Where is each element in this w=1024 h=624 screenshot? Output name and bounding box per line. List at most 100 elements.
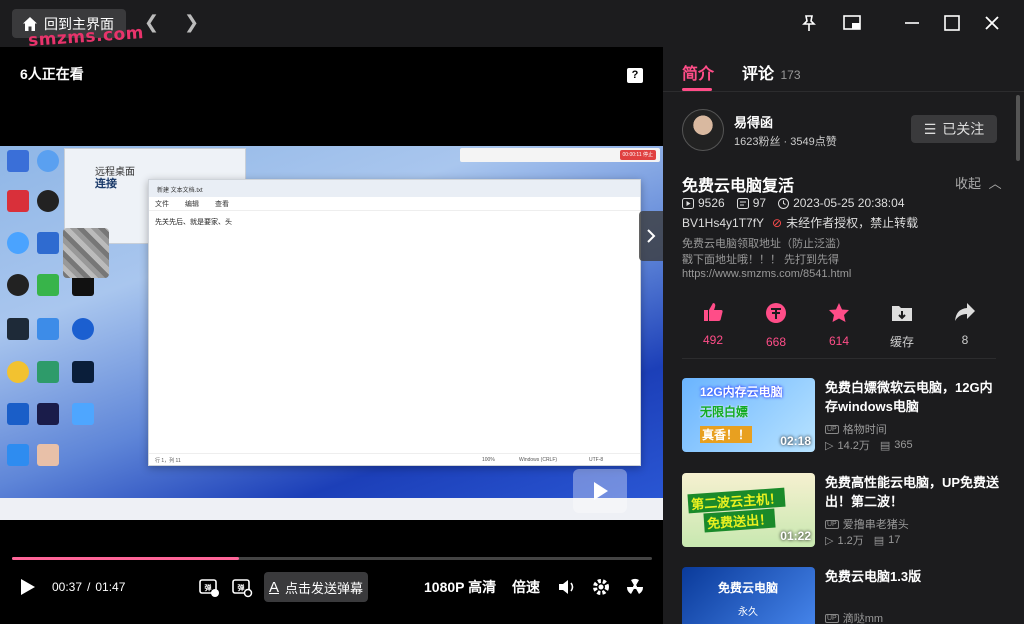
thumb-text: 免费送出！ [703, 508, 776, 533]
thumb-text: 12G内存云电脑 [700, 385, 783, 399]
recommendation-up[interactable]: UP 格物时间 [825, 421, 887, 437]
play-count-icon: ▷ [825, 439, 834, 452]
desktop-icon [7, 318, 29, 340]
download-button[interactable]: 缓存 [877, 302, 927, 350]
recommendation-stats: ▷ 14.2万 ▤ 365 [825, 437, 913, 453]
up-badge-icon: UP [825, 424, 839, 434]
send-danmu-label: 点击发送弹幕 [285, 580, 364, 596]
home-icon [23, 16, 37, 31]
scrollbar[interactable] [1016, 95, 1020, 161]
description-link[interactable]: https://www.smzms.com/8541.html [682, 268, 851, 280]
volume-icon[interactable] [557, 572, 577, 602]
desktop-icon [37, 403, 59, 425]
up-badge-icon: UP [825, 613, 839, 623]
notepad-menu-item: 查看 [215, 201, 229, 208]
player-controls: 00:37 / 01:47 弹 弹 A 点击发送弹幕 1080P 高清 倍速 [0, 572, 663, 602]
desktop-icon [7, 190, 29, 212]
speed-button[interactable]: 倍速 [512, 572, 540, 602]
recommendation-thumbnail[interactable]: 免费云电脑 永久 [682, 567, 815, 624]
play-button[interactable] [20, 572, 36, 602]
desktop-icon [37, 274, 59, 296]
time-separator: / [87, 580, 91, 594]
up-name: 滴哒mm [842, 613, 884, 624]
help-icon[interactable]: ? [627, 68, 643, 83]
notepad-menu-item: 编辑 [185, 201, 199, 208]
star-icon [829, 303, 849, 322]
bvid: BV1Hs4y1T7fY [682, 215, 765, 230]
current-time: 00:37 [52, 580, 83, 594]
recommendation-card[interactable]: 第二波云主机！ 免费送出！ 01:22 免费高性能云电脑，UP免费送出！第二波！… [682, 473, 999, 553]
notepad-window: 新建 文本文档.txt 文件 编辑 查看 先关先后、就是要家、头 行 1，列 1… [148, 179, 641, 466]
mini-window-icon[interactable] [841, 12, 863, 34]
tab-intro[interactable]: 简介 [682, 60, 714, 84]
desktop-icon [72, 318, 94, 340]
no-reprint-icon: ⊘ [772, 215, 783, 230]
view-count: 9526 [698, 196, 725, 210]
recommendation-thumbnail[interactable]: 12G内存云电脑 无限白嫖 真香！！ 02:18 [682, 378, 815, 452]
minimize-icon[interactable] [901, 12, 923, 34]
share-count: 8 [961, 333, 969, 347]
danmu-settings-icon[interactable]: 弹 [231, 572, 253, 602]
video-player[interactable]: 6人正在看 ? 远程桌面 连接 00:00:11 停止 新建 文本文档.txt … [0, 47, 663, 624]
progress-bar[interactable] [12, 557, 652, 560]
danmu-toggle-icon[interactable]: 弹 [198, 572, 220, 602]
publish-date: 2023-05-25 20:38:04 [793, 196, 905, 210]
recommendation-title[interactable]: 免费高性能云电脑，UP免费送出！第二波！ [825, 473, 1000, 511]
windows-taskbar [0, 498, 663, 520]
settings-gear-icon[interactable] [591, 572, 611, 602]
download-icon [892, 306, 912, 321]
video-meta: 9526 97 2023-05-25 20:38:04 [682, 196, 905, 210]
thumb-text: 永久 [738, 607, 758, 618]
thumbs-up-icon [704, 303, 723, 321]
recommendation-up[interactable]: UP 滴哒mm [825, 610, 883, 624]
recommendation-card[interactable]: 免费云电脑 永久 免费云电脑1.3版 UP 滴哒mm [682, 567, 996, 624]
radiation-effect-icon[interactable] [625, 572, 645, 602]
tab-comments[interactable]: 评论 173 [742, 60, 801, 84]
notepad-status: 行 1，列 11 100% Windows (CRLF) UTF-8 [149, 453, 640, 465]
danmaku-count-icon: ▤ [879, 439, 891, 452]
recommendation-up[interactable]: UP 爱撸串老猪头 [825, 516, 909, 532]
uploader-name[interactable]: 易得函 [734, 112, 773, 131]
notepad-title: 新建 文本文档.txt [149, 180, 640, 197]
close-icon[interactable] [981, 12, 1003, 34]
avatar[interactable] [682, 109, 724, 151]
expand-sidebar-button[interactable] [639, 211, 663, 261]
description-line: 戳下面地址哦！！！ 先打到先得 [682, 254, 840, 266]
share-button[interactable]: 8 [940, 302, 990, 347]
desktop-icon [72, 403, 94, 425]
chevron-up-icon: ︿ [988, 176, 1002, 191]
recommendation-title[interactable]: 免费白嫖微软云电脑，12G内存windows电脑 [825, 378, 1000, 416]
maximize-icon[interactable] [941, 12, 963, 34]
status-zoom: 100% [482, 457, 495, 463]
svg-text:弹: 弹 [238, 583, 245, 592]
recommendation-card[interactable]: 12G内存云电脑 无限白嫖 真香！！ 02:18 免费白嫖微软云电脑，12G内存… [682, 378, 996, 458]
favorite-button[interactable]: 614 [814, 302, 864, 348]
desktop-icon [37, 190, 59, 212]
blurred-region [63, 228, 109, 278]
pin-icon[interactable] [798, 12, 820, 34]
recommendation-title[interactable]: 免费云电脑1.3版 [825, 567, 996, 586]
status-encoding: UTF-8 [589, 457, 604, 463]
coin-button[interactable]: 668 [751, 302, 801, 349]
tab-comments-label: 评论 [742, 66, 775, 83]
rec-danmaku: 17 [888, 534, 901, 546]
video-frame[interactable]: 远程桌面 连接 00:00:11 停止 新建 文本文档.txt 文件 编辑 查看… [0, 146, 663, 520]
danmaku-count-icon [736, 197, 749, 209]
recommendation-thumbnail[interactable]: 第二波云主机！ 免费送出！ 01:22 [682, 473, 815, 547]
send-danmu-button[interactable]: A 点击发送弹幕 [264, 572, 368, 602]
forward-arrow-icon[interactable]: ❯ [184, 12, 199, 33]
collapse-button[interactable]: 收起 ︿ [955, 173, 1002, 192]
back-arrow-icon[interactable]: ❮ [144, 12, 159, 33]
recommendation-stats: ▷ 1.2万 ▤ 17 [825, 532, 900, 548]
svg-text:弹: 弹 [205, 583, 212, 592]
like-button[interactable]: 492 [688, 302, 738, 347]
clock-icon [778, 197, 790, 209]
quality-button[interactable]: 1080P 高清 [424, 572, 496, 602]
follow-button[interactable]: ☰ 已关注 [911, 115, 997, 143]
desktop-icon [37, 150, 59, 172]
desktop-icon [7, 361, 29, 383]
up-badge-icon: UP [825, 519, 839, 529]
play-overlay-icon[interactable] [573, 469, 627, 513]
share-icon [955, 303, 975, 321]
up-name: 格物时间 [842, 424, 887, 436]
